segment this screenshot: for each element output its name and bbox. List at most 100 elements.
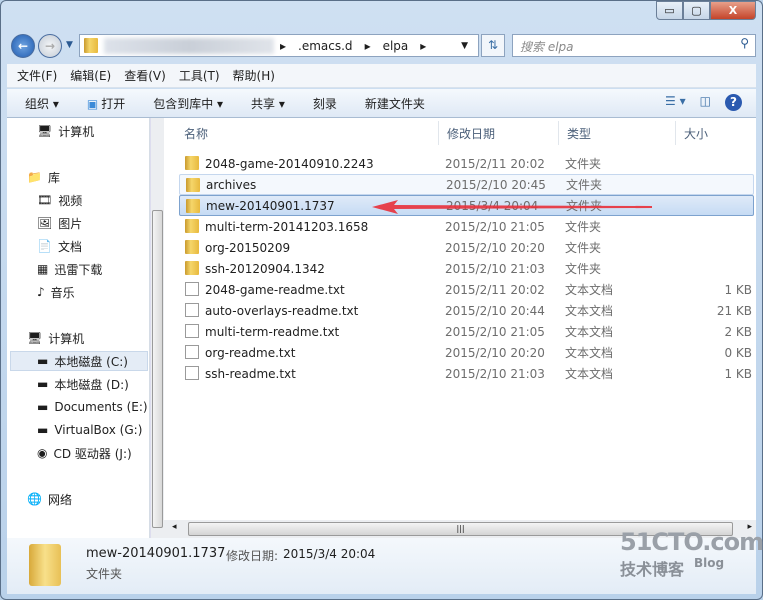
nav-network[interactable]: 🌐 网络 — [27, 489, 72, 509]
watermark-blog: Blog — [694, 556, 725, 570]
share-button[interactable]: 共享 ▾ — [251, 95, 285, 112]
nav-documents[interactable]: 📄 文档 — [37, 236, 82, 256]
redacted-path — [104, 37, 274, 54]
file-type: 文件夹 — [566, 199, 603, 213]
file-row[interactable]: mew-20140901.1737 2015/3/4 20:04 文件夹 — [179, 195, 754, 216]
details-date-label: 修改日期: — [226, 549, 279, 563]
library-icon: 📁 — [27, 170, 42, 184]
breadcrumb-separator[interactable]: ▸ — [365, 39, 371, 53]
folder-icon — [185, 219, 199, 233]
search-input[interactable]: 搜索 elpa ⚲ — [512, 34, 756, 57]
music-icon: ♪ — [37, 285, 45, 299]
menu-edit[interactable]: 编辑(E) — [70, 67, 111, 84]
details-name: mew-20140901.1737 — [86, 546, 226, 561]
column-header-type[interactable]: 类型 — [559, 121, 676, 145]
nav-vertical-scrollbar[interactable] — [150, 118, 164, 538]
breadcrumb-separator[interactable]: ▸ — [420, 39, 426, 53]
nav-drive-c[interactable]: ▬ 本地磁盘 (C:) — [10, 351, 148, 371]
nav-libraries[interactable]: 📁 库 — [27, 167, 60, 187]
file-type: 文本文档 — [565, 325, 614, 339]
nav-drive-g[interactable]: ▬ VirtualBox (G:) — [37, 420, 142, 440]
breadcrumb-elpa[interactable]: elpa — [383, 39, 409, 53]
help-icon[interactable]: ? — [725, 94, 742, 111]
refresh-button[interactable]: ⇅ — [481, 34, 505, 57]
nav-pictures[interactable]: 🖼 图片 — [37, 213, 82, 233]
nav-cd-drive[interactable]: ◉ CD 驱动器 (J:) — [37, 443, 132, 463]
scrollbar-thumb[interactable] — [152, 210, 163, 528]
nav-videos[interactable]: 🎞 视频 — [37, 190, 82, 210]
minimize-button[interactable]: ▭ — [656, 1, 683, 20]
nav-computer-top[interactable]: 🖥 计算机 — [37, 121, 94, 141]
folder-icon — [185, 240, 199, 254]
file-row[interactable]: ssh-20120904.1342 2015/2/10 21:03 文件夹 — [179, 258, 754, 279]
folder-icon — [84, 38, 98, 53]
file-row[interactable]: auto-overlays-readme.txt 2015/2/10 20:44… — [179, 300, 754, 321]
preview-pane-icon[interactable]: ◫ — [700, 94, 711, 111]
forward-button[interactable]: → — [38, 34, 62, 58]
organize-button[interactable]: 组织 ▾ — [25, 95, 59, 112]
menu-file[interactable]: 文件(F) — [17, 67, 57, 84]
menu-tools[interactable]: 工具(T) — [179, 67, 220, 84]
file-row[interactable]: org-20150209 2015/2/10 20:20 文件夹 — [179, 237, 754, 258]
search-icon[interactable]: ⚲ — [740, 36, 749, 50]
breadcrumb-separator[interactable]: ▸ — [280, 39, 286, 53]
file-type: 文件夹 — [565, 262, 602, 276]
address-bar[interactable]: ▸ .emacs.d ▸ elpa ▸ ▼ — [79, 34, 479, 57]
drive-icon: ▬ — [37, 377, 49, 391]
open-button[interactable]: ▣ 打开 — [87, 95, 125, 112]
file-date: 2015/2/10 20:44 — [445, 303, 545, 318]
column-header-date[interactable]: 修改日期 — [439, 121, 559, 145]
file-name: auto-overlays-readme.txt — [205, 303, 359, 318]
maximize-button[interactable]: ▢ — [683, 1, 710, 20]
file-row[interactable]: 2048-game-20140910.2243 2015/2/11 20:02 … — [179, 153, 754, 174]
document-icon: 📄 — [37, 239, 52, 253]
file-date: 2015/2/11 20:02 — [445, 156, 545, 171]
file-name: org-20150209 — [205, 240, 291, 255]
column-header-size[interactable]: 大小 — [676, 121, 756, 145]
recent-pages-dropdown[interactable]: ▼ — [66, 40, 73, 50]
include-in-library-button[interactable]: 包含到库中 ▾ — [153, 95, 223, 112]
computer-icon: 🖥 — [37, 124, 53, 138]
back-button[interactable]: ← — [11, 34, 35, 58]
menu-help[interactable]: 帮助(H) — [233, 67, 275, 84]
folder-icon — [185, 156, 199, 170]
file-row[interactable]: multi-term-20141203.1658 2015/2/10 21:05… — [179, 216, 754, 237]
scroll-left-button[interactable]: ◂ — [172, 522, 177, 532]
folder-icon — [186, 199, 200, 213]
file-type: 文本文档 — [565, 304, 614, 318]
menu-view[interactable]: 查看(V) — [124, 67, 166, 84]
file-row[interactable]: multi-term-readme.txt 2015/2/10 21:05 文本… — [179, 321, 754, 342]
picture-icon: 🖼 — [37, 216, 53, 230]
file-date: 2015/2/10 21:05 — [445, 219, 545, 234]
nav-thunder-downloads[interactable]: ▦ 迅雷下载 — [37, 259, 102, 279]
file-name: multi-term-20141203.1658 — [205, 219, 369, 234]
nav-label: 音乐 — [50, 285, 75, 300]
file-date: 2015/2/10 20:20 — [445, 240, 545, 255]
search-placeholder: 搜索 elpa — [520, 40, 574, 54]
nav-computer[interactable]: 🖥 计算机 — [27, 328, 84, 348]
file-row[interactable]: archives 2015/2/10 20:45 文件夹 — [179, 174, 754, 195]
close-button[interactable]: X — [710, 1, 756, 20]
cd-drive-icon: ◉ — [37, 446, 48, 460]
file-row[interactable]: 2048-game-readme.txt 2015/2/11 20:02 文本文… — [179, 279, 754, 300]
address-dropdown[interactable]: ▼ — [461, 41, 468, 51]
nav-music[interactable]: ♪ 音乐 — [37, 282, 75, 302]
file-row[interactable]: org-readme.txt 2015/2/10 20:20 文本文档 0 KB — [179, 342, 754, 363]
file-row[interactable]: ssh-readme.txt 2015/2/10 21:03 文本文档 1 KB — [179, 363, 754, 384]
view-options-icon[interactable]: ☰ ▾ — [665, 94, 686, 111]
file-size: 0 KB — [724, 345, 752, 360]
computer-icon: 🖥 — [27, 331, 43, 345]
breadcrumb-emacs-d[interactable]: .emacs.d — [298, 39, 353, 53]
network-icon: 🌐 — [27, 492, 42, 506]
nav-drive-d[interactable]: ▬ 本地磁盘 (D:) — [37, 374, 129, 394]
new-folder-button[interactable]: 新建文件夹 — [365, 95, 425, 112]
nav-label: 迅雷下载 — [54, 262, 103, 277]
nav-label: Documents (E:) — [54, 400, 148, 414]
burn-button[interactable]: 刻录 — [313, 95, 337, 112]
column-header-name[interactable]: 名称 — [176, 121, 439, 145]
nav-label: 网络 — [47, 492, 72, 507]
nav-drive-e[interactable]: ▬ Documents (E:) — [37, 397, 148, 417]
command-bar: 组织 ▾ ▣ 打开 包含到库中 ▾ 共享 ▾ 刻录 新建文件夹 ☰ ▾ ◫ ? — [7, 89, 756, 118]
file-date: 2015/2/10 20:20 — [445, 345, 545, 360]
file-size: 1 KB — [724, 282, 752, 297]
